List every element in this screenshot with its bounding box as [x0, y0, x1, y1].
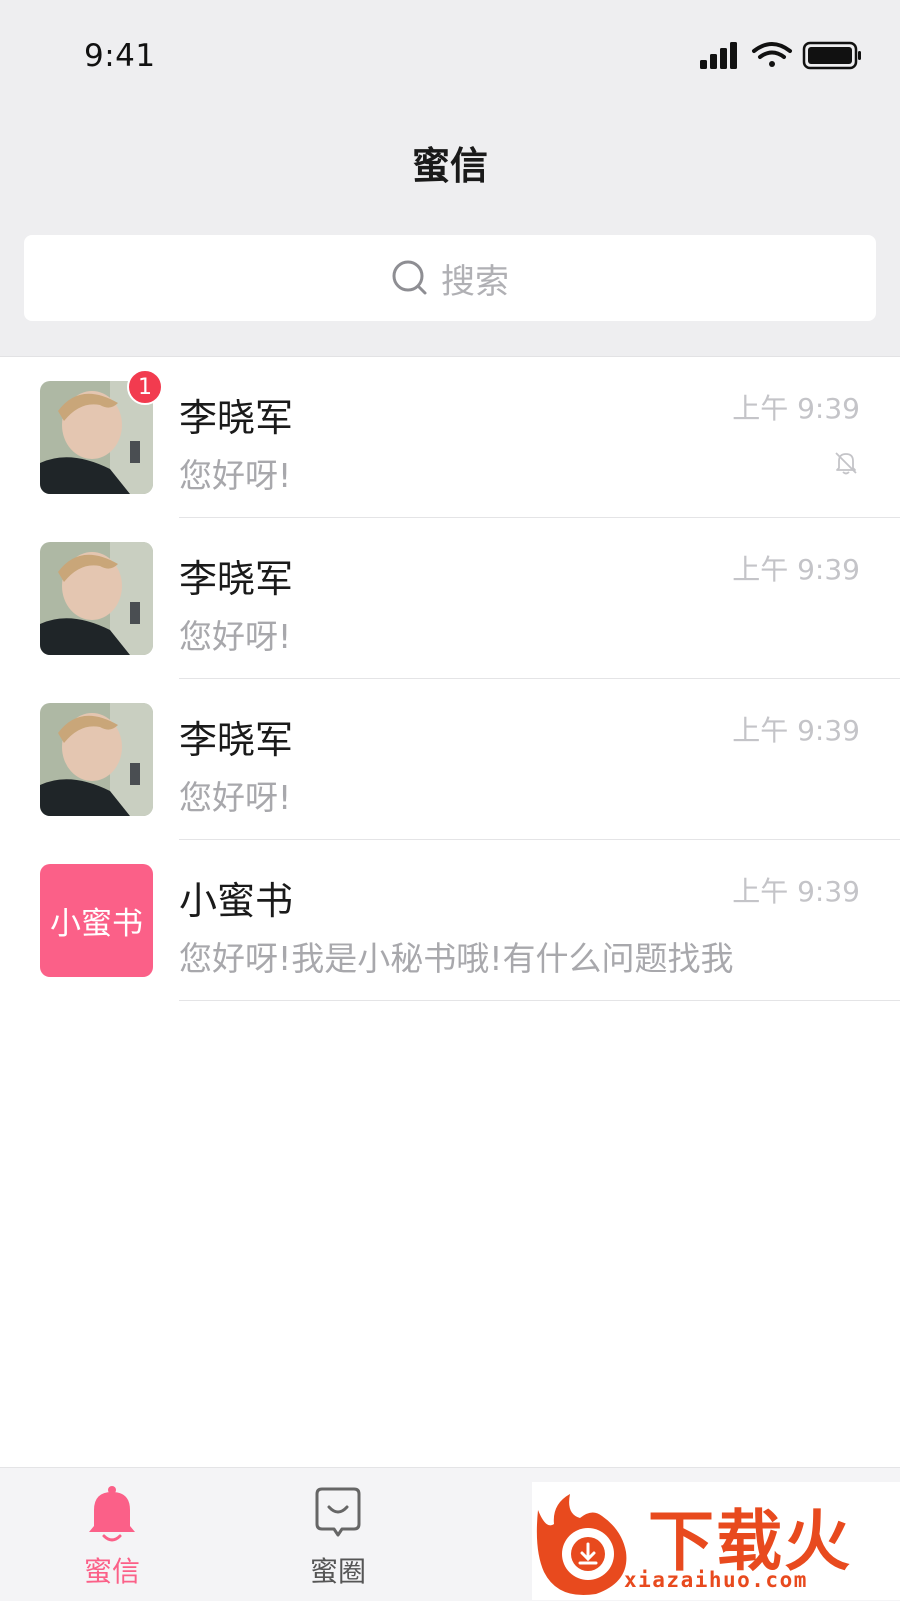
- user-photo-icon: [40, 542, 153, 655]
- conversation-row[interactable]: 小蜜书 小蜜书 上午 9:39 您好呀!我是小秘书哦!有什么问题找我: [0, 840, 900, 1001]
- message-time: 上午 9:39: [732, 392, 860, 425]
- conversation-list: 1 李晓军 上午 9:39 您好呀! 李晓军 上午 9:39 您好呀! 李晓军 …: [0, 357, 900, 1001]
- message-time: 上午 9:39: [732, 875, 860, 908]
- tab-mixin[interactable]: 蜜信: [22, 1468, 202, 1601]
- status-icons: [700, 41, 861, 70]
- message-time: 上午 9:39: [732, 553, 860, 586]
- page-title: 蜜信: [411, 144, 488, 188]
- conversation-row[interactable]: 李晓军 上午 9:39 您好呀!: [0, 679, 900, 840]
- message-preview: 您好呀!: [179, 778, 292, 817]
- user-photo-icon: [40, 703, 153, 816]
- contact-name: 小蜜书: [179, 879, 294, 923]
- message-time: 上午 9:39: [732, 714, 860, 747]
- mute-bell-icon: [835, 452, 857, 475]
- avatar: 小蜜书: [40, 864, 153, 977]
- tab-label: 蜜圈: [309, 1555, 366, 1588]
- unread-badge: 1: [127, 369, 163, 405]
- contact-name: 李晓军: [179, 718, 294, 762]
- battery-icon: [802, 41, 861, 70]
- contact-name: 李晓军: [179, 557, 294, 601]
- message-preview: 您好呀!我是小秘书哦!有什么问题找我: [179, 939, 734, 978]
- status-time: 9:41: [84, 38, 156, 74]
- divider: [179, 1000, 900, 1001]
- tab-label: 蜜信: [83, 1555, 140, 1588]
- search-input[interactable]: 搜索: [24, 235, 876, 321]
- search-icon: [392, 260, 427, 295]
- avatar: [40, 542, 153, 655]
- conversation-row[interactable]: 李晓军 上午 9:39 您好呀!: [0, 518, 900, 679]
- avatar: [40, 703, 153, 816]
- contact-name: 李晓军: [179, 396, 294, 440]
- watermark-url: xiazaihuo.com: [624, 1568, 808, 1592]
- message-preview: 您好呀!: [179, 617, 292, 656]
- watermark: 下载火 xiazaihuo.com: [532, 1482, 900, 1600]
- signal-icon: [700, 42, 737, 69]
- conversation-row[interactable]: 1 李晓军 上午 9:39 您好呀!: [0, 357, 900, 518]
- message-preview: 您好呀!: [179, 456, 292, 495]
- header: 9:41 蜜信 搜索: [0, 0, 900, 357]
- bell-icon: [89, 1486, 135, 1542]
- search-placeholder: 搜索: [441, 261, 509, 302]
- chat-bubble-icon: [315, 1487, 361, 1537]
- tab-miquan[interactable]: 蜜圈: [248, 1468, 428, 1601]
- wifi-icon: [752, 42, 792, 67]
